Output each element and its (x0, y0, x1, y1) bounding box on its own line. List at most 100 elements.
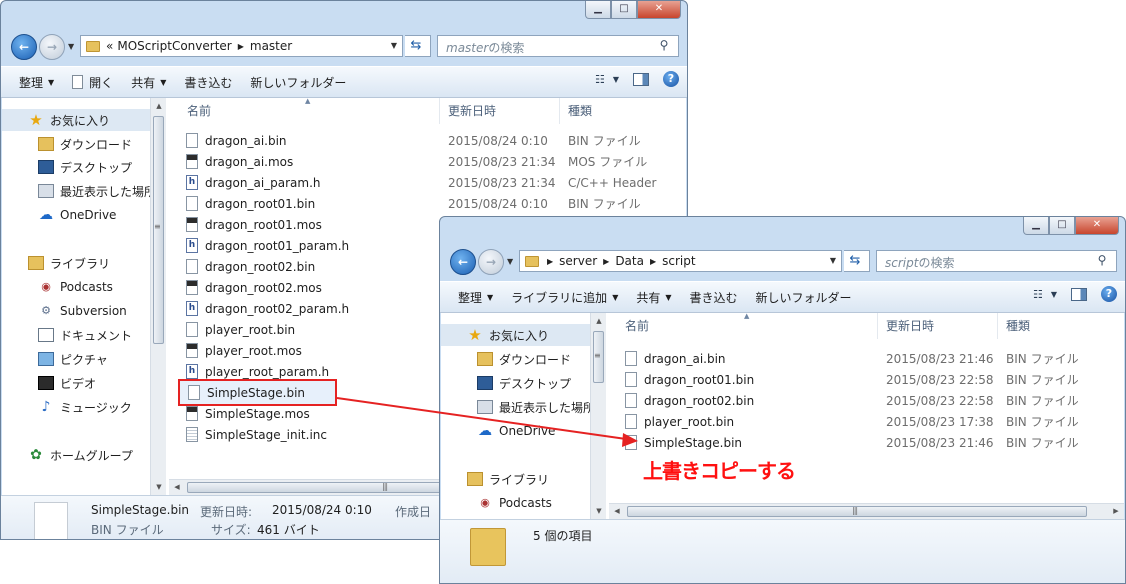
new-folder-button[interactable]: 新しいフォルダー (747, 289, 861, 306)
nav-videos[interactable]: ビデオ (38, 372, 96, 394)
nav-downloads[interactable]: ダウンロード (477, 348, 571, 370)
close-button[interactable]: ✕ (637, 1, 681, 19)
back-button[interactable]: ← (11, 34, 37, 60)
recent-pages-dropdown[interactable]: ▼ (68, 42, 74, 51)
download-folder-icon (38, 137, 54, 151)
burn-button[interactable]: 書き込む (681, 289, 747, 306)
file-row[interactable]: dragon_ai.bin 2015/08/24 0:10 BIN ファイル (186, 130, 686, 151)
search-icon[interactable]: ⚲ (1094, 253, 1110, 269)
preview-pane-icon[interactable] (633, 72, 649, 86)
maximize-button[interactable]: □ (611, 1, 637, 19)
nav-onedrive[interactable]: ☁ OneDrive (477, 420, 555, 442)
file-row[interactable]: dragon_ai.mos 2015/08/23 21:34 MOS ファイル (186, 151, 686, 172)
scroll-down-icon[interactable]: ▼ (151, 479, 167, 495)
nav-favorites[interactable]: ★ お気に入り (441, 324, 590, 346)
view-options-icon[interactable]: ☷ (1033, 288, 1043, 301)
nav-libraries[interactable]: ライブラリ (28, 252, 110, 274)
back-button[interactable]: ← (450, 249, 476, 275)
nav-libraries[interactable]: ライブラリ (467, 468, 549, 490)
minimize-button[interactable]: ▁ (1023, 217, 1049, 235)
new-folder-button[interactable]: 新しいフォルダー (241, 74, 355, 91)
scroll-up-icon[interactable]: ▲ (591, 313, 607, 329)
nav-downloads[interactable]: ダウンロード (38, 133, 132, 155)
address-dropdown-icon[interactable]: ▼ (825, 251, 841, 271)
nav-subversion[interactable]: ⚙ Subversion (38, 300, 127, 322)
share-button[interactable]: 共有 ▼ (627, 289, 680, 306)
column-type[interactable]: 種類 (560, 98, 686, 124)
file-row[interactable]: SimpleStage.bin (178, 379, 337, 406)
breadcrumb-separator-icon[interactable]: ▶ (603, 257, 609, 266)
file-row[interactable]: h dragon_ai_param.h 2015/08/23 21:34 C/C++ … (186, 172, 686, 193)
column-date[interactable]: 更新日時 (878, 313, 998, 339)
file-row[interactable]: dragon_root01.bin 2015/08/24 0:10 BIN ファイル (186, 193, 686, 214)
nav-homegroup[interactable]: ✿ ホームグループ (28, 444, 133, 466)
breadcrumb-data[interactable]: Data (615, 254, 644, 268)
address-bar[interactable]: « MOScriptConverter ▶ master ▼ (80, 35, 403, 57)
forward-button[interactable]: → (478, 249, 504, 275)
file-row[interactable]: player_root.bin 2015/08/23 17:38 BIN ファイル (625, 411, 1124, 432)
file-date: 2015/08/23 22:58 (886, 372, 994, 387)
breadcrumb-moscriptconverter[interactable]: MOScriptConverter (117, 39, 231, 53)
preview-pane-icon[interactable] (1071, 287, 1087, 301)
burn-button[interactable]: 書き込む (175, 74, 241, 91)
organize-button[interactable]: 整理 ▼ (440, 289, 502, 306)
help-icon[interactable]: ? (1101, 286, 1117, 302)
organize-button[interactable]: 整理 ▼ (1, 74, 63, 91)
add-to-library-button[interactable]: ライブラリに追加 ▼ (502, 289, 627, 306)
nav-desktop[interactable]: デスクトップ (38, 156, 132, 178)
address-bar[interactable]: ▶ server ▶ Data ▶ script ▼ (519, 250, 842, 272)
file-row[interactable]: dragon_ai.bin 2015/08/23 21:46 BIN ファイル (625, 348, 1124, 369)
view-options-icon[interactable]: ☷ (595, 73, 605, 86)
file-name: SimpleStage.bin (644, 435, 743, 450)
file-row[interactable]: dragon_root01.bin 2015/08/23 22:58 BIN ファイ… (625, 369, 1124, 390)
breadcrumb-master[interactable]: master (250, 39, 292, 53)
nav-desktop[interactable]: デスクトップ (477, 372, 571, 394)
scroll-down-icon[interactable]: ▼ (591, 503, 607, 519)
view-dropdown-icon[interactable]: ▼ (1051, 290, 1057, 299)
breadcrumb-overflow[interactable]: « (106, 39, 113, 53)
nav-podcasts[interactable]: ◉ Podcasts (477, 492, 552, 514)
address-dropdown-icon[interactable]: ▼ (386, 36, 402, 56)
breadcrumb-separator-icon[interactable]: ▶ (547, 257, 553, 266)
forward-button[interactable]: → (39, 34, 65, 60)
refresh-icon[interactable]: ⇆ (844, 251, 866, 271)
column-type[interactable]: 種類 (998, 313, 1124, 339)
nav-scrollbar[interactable]: ▲ ≡ ▼ (150, 98, 166, 495)
minimize-button[interactable]: ▁ (585, 1, 611, 19)
nav-favorites[interactable]: ★ お気に入り (2, 109, 150, 131)
search-input[interactable]: masterの検索 ⚲ (437, 35, 679, 57)
nav-scrollbar[interactable]: ▲ ≡ ▼ (590, 313, 606, 519)
column-date[interactable]: 更新日時 (440, 98, 560, 124)
file-row[interactable]: dragon_root02.bin 2015/08/23 22:58 BIN ファイ… (625, 390, 1124, 411)
breadcrumb-server[interactable]: server (559, 254, 597, 268)
nav-pictures[interactable]: ピクチャ (38, 348, 108, 370)
help-icon[interactable]: ? (663, 71, 679, 87)
scroll-left-icon[interactable]: ◀ (609, 504, 625, 519)
scroll-left-icon[interactable]: ◀ (169, 480, 185, 495)
search-icon[interactable]: ⚲ (656, 38, 672, 54)
recent-pages-dropdown[interactable]: ▼ (507, 257, 513, 266)
breadcrumb-script[interactable]: script (662, 254, 695, 268)
open-button[interactable]: 開く (63, 74, 122, 91)
view-dropdown-icon[interactable]: ▼ (613, 75, 619, 84)
search-input[interactable]: scriptの検索 ⚲ (876, 250, 1117, 272)
close-button[interactable]: ✕ (1075, 217, 1119, 235)
refresh-icon[interactable]: ⇆ (405, 36, 427, 56)
breadcrumb-separator-icon[interactable]: ▶ (650, 257, 656, 266)
maximize-button[interactable]: □ (1049, 217, 1075, 235)
nav-recent[interactable]: 最近表示した場所 (477, 396, 595, 418)
nav-music[interactable]: ♪ ミュージック (38, 396, 132, 418)
breadcrumb-separator-icon[interactable]: ▶ (238, 42, 244, 51)
scroll-up-icon[interactable]: ▲ (151, 98, 167, 114)
nav-podcasts[interactable]: ◉ Podcasts (38, 276, 113, 298)
grip-icon: ||| (852, 506, 858, 515)
share-button[interactable]: 共有 ▼ (122, 74, 175, 91)
nav-label: 最近表示した場所 (499, 400, 596, 415)
horizontal-scrollbar[interactable]: ◀ ||| ▶ (609, 503, 1124, 519)
file-row[interactable]: SimpleStage.bin 2015/08/23 21:46 BIN ファイル (625, 432, 1124, 453)
file-name-cell: player_root.bin (625, 414, 734, 429)
scroll-right-icon[interactable]: ▶ (1108, 504, 1124, 519)
nav-documents[interactable]: ドキュメント (38, 324, 132, 346)
nav-recent[interactable]: 最近表示した場所 (38, 180, 156, 202)
nav-onedrive[interactable]: ☁ OneDrive (38, 204, 116, 226)
